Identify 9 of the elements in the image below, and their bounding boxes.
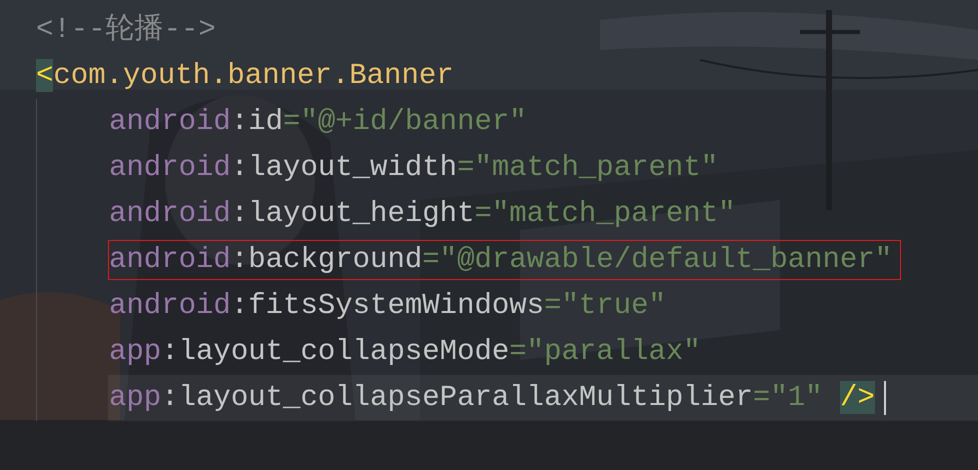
text-cursor: [884, 381, 886, 415]
code-line: android:layout_width="match_parent": [108, 150, 720, 186]
code-line: android:layout_height="match_parent": [108, 196, 737, 232]
code-line: <!--轮播-->: [35, 12, 217, 48]
code-line: android:fitsSystemWindows="true": [108, 288, 667, 324]
code-line: app:layout_collapseMode="parallax": [108, 334, 702, 370]
code-line: <com.youth.banner.Banner: [35, 58, 455, 94]
code-line: app:layout_collapseParallaxMultiplier="1" />: [108, 380, 876, 416]
code-line: android:id="@+id/banner": [108, 104, 528, 140]
